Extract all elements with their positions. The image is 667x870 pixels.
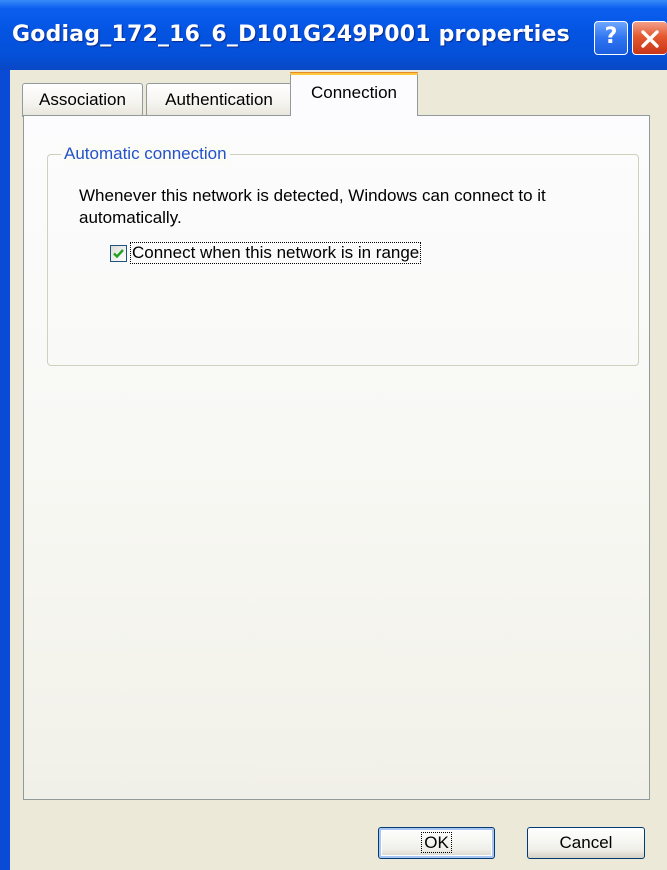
help-icon[interactable]: ?: [594, 21, 628, 55]
connection-tab-panel: Automatic connection Whenever this netwo…: [23, 115, 650, 800]
automatic-connection-group: Automatic connection Whenever this netwo…: [47, 144, 639, 366]
tab-authentication[interactable]: Authentication: [146, 83, 292, 117]
title-bar[interactable]: Godiag_172_16_6_D101G249P001 properties …: [0, 0, 667, 70]
ok-button-label: OK: [421, 832, 452, 853]
connect-in-range-label[interactable]: Connect when this network is in range: [129, 242, 422, 264]
tab-association[interactable]: Association: [22, 83, 143, 117]
window-title: Godiag_172_16_6_D101G249P001 properties: [12, 22, 570, 47]
connection-description: Whenever this network is detected, Windo…: [79, 186, 546, 227]
close-icon[interactable]: [632, 21, 667, 55]
connect-in-range-option[interactable]: Connect when this network is in range: [110, 242, 422, 264]
dialog-client-area: Association Authentication Connection Au…: [10, 70, 667, 870]
checkmark-icon: [113, 248, 124, 258]
ok-button[interactable]: OK: [378, 827, 495, 859]
connect-in-range-checkbox[interactable]: [110, 244, 127, 262]
tab-connection[interactable]: Connection: [290, 72, 418, 116]
group-title: Automatic connection: [61, 144, 230, 164]
properties-dialog: Godiag_172_16_6_D101G249P001 properties …: [0, 0, 667, 870]
cancel-button[interactable]: Cancel: [527, 827, 645, 859]
